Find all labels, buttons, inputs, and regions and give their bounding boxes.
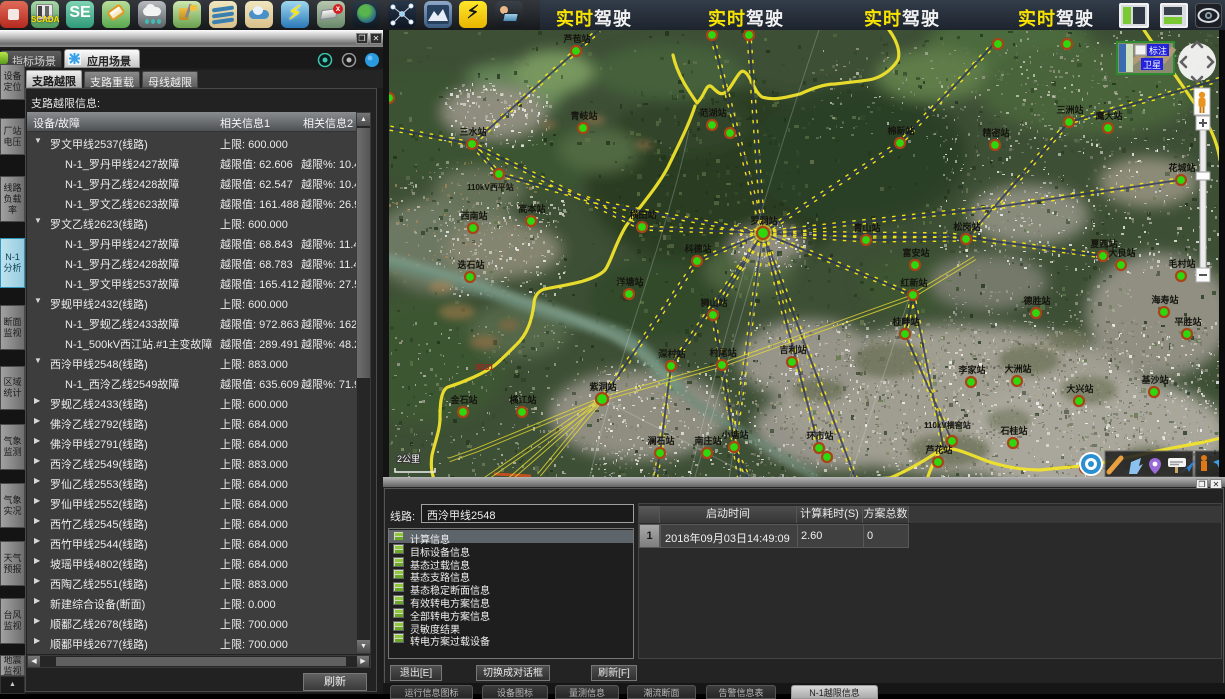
svg-text:平胜站: 平胜站 [1175,316,1202,327]
svg-text:吉利站: 吉利站 [780,344,807,355]
svg-text:横江站: 横江站 [510,394,537,405]
svg-text:环市站: 环市站 [807,430,834,441]
svg-text:石桂站: 石桂站 [1000,425,1028,436]
svg-text:洋塘站: 洋塘站 [617,276,644,287]
svg-text:三水站: 三水站 [460,126,487,137]
svg-text:富安站: 富安站 [903,247,930,258]
svg-text:花城站: 花城站 [1169,162,1196,173]
svg-text:毛村站: 毛村站 [1169,258,1196,269]
svg-text:精密站: 精密站 [983,127,1010,138]
svg-text:三洲站: 三洲站 [1057,104,1084,115]
svg-text:棉新站: 棉新站 [888,125,915,136]
svg-text:南庄站: 南庄站 [695,435,722,446]
svg-text:海寿站: 海寿站 [1152,294,1179,305]
svg-text:狮山站: 狮山站 [700,297,728,308]
svg-text:高本站: 高本站 [519,203,546,214]
svg-text:大洲站: 大洲站 [1005,363,1032,374]
svg-text:范湖站: 范湖站 [700,107,727,118]
svg-text:红新站: 红新站 [901,277,928,288]
svg-text:芦花站: 芦花站 [926,444,953,455]
svg-text:李家站: 李家站 [958,364,986,375]
svg-text:2公里: 2公里 [397,454,420,464]
svg-text:大兴站: 大兴站 [1067,383,1094,394]
svg-text:桂畔站: 桂畔站 [892,316,920,327]
svg-text:鹰大站: 鹰大站 [1096,110,1123,121]
svg-text:基沙站: 基沙站 [1141,374,1169,385]
svg-text:S531: S531 [475,363,494,372]
svg-text:德胜站: 德胜站 [1024,295,1051,306]
svg-text:标注: 标注 [1149,45,1167,56]
svg-text:横田站: 横田站 [630,209,657,220]
svg-text:卫星: 卫星 [1143,60,1161,70]
svg-text:村尾站: 村尾站 [710,347,737,358]
svg-text:澜石站: 澜石站 [648,435,675,446]
svg-text:金石站: 金石站 [450,394,478,405]
svg-text:110kV西平站: 110kV西平站 [467,182,514,192]
svg-text:青山站: 青山站 [854,222,881,233]
svg-text:芦苞站: 芦苞站 [564,33,591,44]
svg-text:西南站: 西南站 [461,210,488,221]
svg-text:科德站: 科德站 [685,243,712,254]
svg-text:青岐站: 青岐站 [571,110,598,121]
svg-text:罗洞站: 罗洞站 [751,215,778,226]
svg-text:紫洞站: 紫洞站 [590,381,617,392]
svg-text:松岗站: 松岗站 [954,221,981,232]
svg-text:小塘站: 小塘站 [721,429,749,440]
svg-text:110kV横窖站: 110kV横窖站 [924,420,971,430]
svg-text:迭石站: 迭石站 [458,259,485,270]
svg-text:深村站: 深村站 [659,348,686,359]
svg-text:大良站: 大良站 [1109,247,1136,258]
